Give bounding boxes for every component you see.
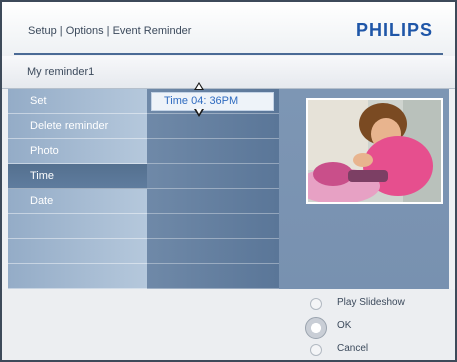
menu-item-label: Date bbox=[30, 195, 54, 207]
value-row: Time 04: 36PM bbox=[147, 89, 279, 114]
page-title: My reminder1 bbox=[27, 66, 95, 78]
header-divider bbox=[14, 53, 443, 55]
menu-list: Set Delete reminder Photo Time Date bbox=[8, 89, 147, 289]
philips-logo: PHILIPS bbox=[355, 20, 433, 40]
menu-item-empty bbox=[8, 214, 147, 239]
menu-item-empty bbox=[8, 239, 147, 264]
menu-item-label: Set bbox=[30, 95, 47, 107]
menu-item-label: Delete reminder bbox=[30, 120, 109, 132]
breadcrumb: Setup | Options | Event Reminder bbox=[28, 25, 192, 37]
menu-item-date[interactable]: Date bbox=[8, 189, 147, 214]
arrow-down-icon[interactable] bbox=[194, 109, 204, 117]
menu-item-set[interactable]: Set bbox=[8, 89, 147, 114]
radio-icon bbox=[310, 344, 322, 356]
reminder-photo bbox=[306, 98, 443, 204]
play-slideshow-label: Play Slideshow bbox=[337, 297, 405, 308]
value-row bbox=[147, 139, 279, 164]
radio-icon bbox=[310, 298, 322, 310]
value-row bbox=[147, 264, 279, 289]
header: Setup | Options | Event Reminder PHILIPS bbox=[2, 2, 455, 54]
menu-item-photo[interactable]: Photo bbox=[8, 139, 147, 164]
child-photo-image bbox=[308, 100, 441, 202]
ok-label: OK bbox=[337, 320, 352, 331]
menu-item-delete-reminder[interactable]: Delete reminder bbox=[8, 114, 147, 139]
value-row bbox=[147, 189, 279, 214]
value-row bbox=[147, 239, 279, 264]
arrow-up-icon[interactable] bbox=[194, 82, 204, 90]
title-bar: My reminder1 bbox=[2, 56, 455, 89]
time-value: Time 04: 36PM bbox=[164, 95, 239, 107]
value-column: Time 04: 36PM bbox=[147, 89, 279, 289]
radio-selected-icon bbox=[305, 317, 327, 339]
cancel-label: Cancel bbox=[337, 343, 369, 354]
menu-item-label: Time bbox=[30, 170, 55, 182]
menu-item-label: Photo bbox=[30, 145, 59, 157]
value-row bbox=[147, 114, 279, 139]
value-row bbox=[147, 164, 279, 189]
value-row bbox=[147, 214, 279, 239]
menu-item-time[interactable]: Time bbox=[8, 164, 147, 189]
action-panel: Play Slideshow OK Cancel bbox=[2, 289, 455, 360]
time-field[interactable]: Time 04: 36PM bbox=[151, 92, 274, 111]
menu-item-empty bbox=[8, 264, 147, 289]
